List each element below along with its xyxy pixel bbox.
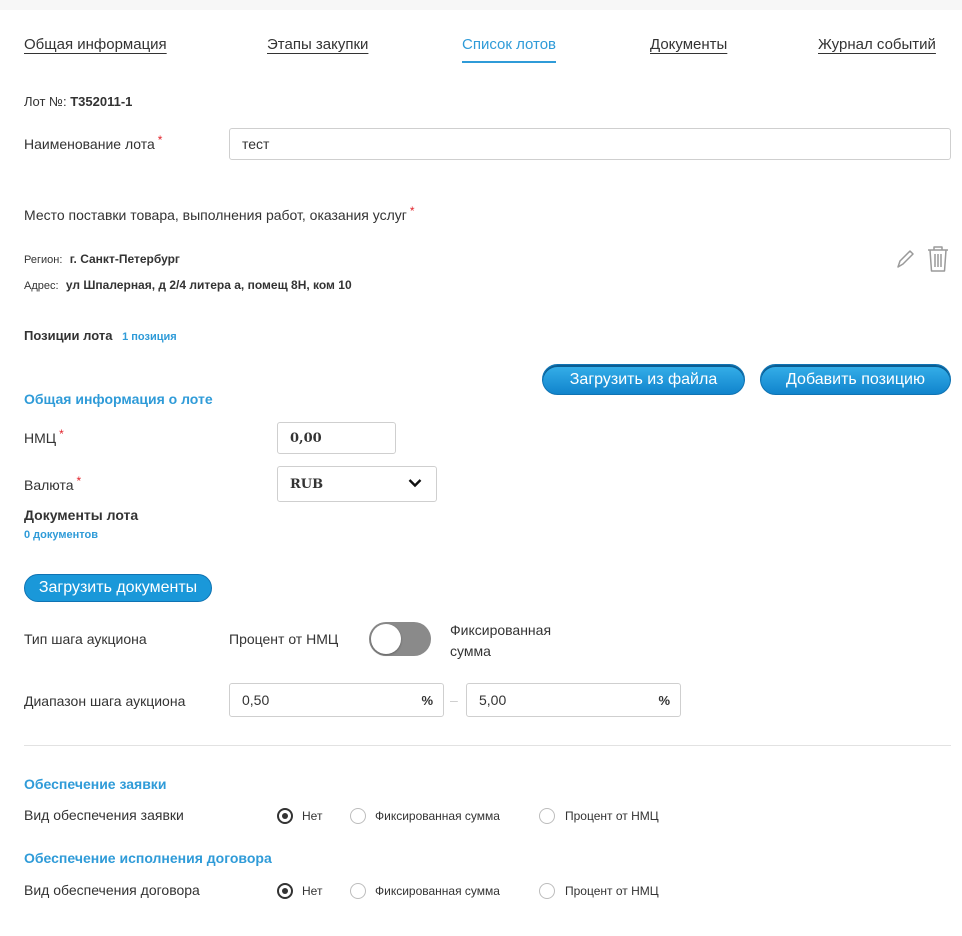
step-range-label: Диапазон шага аукциона bbox=[24, 693, 186, 709]
top-strip bbox=[0, 0, 962, 10]
tab-general-info[interactable]: Общая информация bbox=[24, 36, 167, 53]
chevron-down-icon bbox=[408, 477, 422, 492]
currency-value: RUB bbox=[290, 476, 324, 492]
contract-security-radio-percent[interactable] bbox=[539, 883, 555, 899]
application-security-radio-none[interactable] bbox=[277, 808, 293, 824]
documents-title: Документы лота bbox=[24, 507, 139, 523]
application-security-option-none[interactable]: Нет bbox=[302, 809, 322, 823]
toggle-knob bbox=[371, 624, 401, 654]
lot-name-input[interactable]: тест bbox=[229, 128, 951, 160]
lot-name-value: тест bbox=[242, 136, 270, 152]
step-type-toggle[interactable] bbox=[369, 622, 431, 656]
application-security-title: Обеспечение заявки bbox=[24, 776, 167, 792]
delivery-title: Место поставки товара, выполнения работ,… bbox=[24, 204, 415, 223]
delivery-title-text: Место поставки товара, выполнения работ,… bbox=[24, 207, 407, 223]
tab-procurement-stages[interactable]: Этапы закупки bbox=[267, 36, 368, 53]
application-security-radio-percent[interactable] bbox=[539, 808, 555, 824]
lot-number-label: Лот №: bbox=[24, 94, 67, 109]
step-type-fixed-line1: Фиксированная bbox=[450, 622, 552, 638]
lot-number-value: Т352011-1 bbox=[70, 94, 133, 109]
region-label: Регион: bbox=[24, 254, 63, 266]
application-security-label: Вид обеспечения заявки bbox=[24, 807, 184, 823]
step-range-from-value: 0,50 bbox=[242, 692, 270, 708]
step-range-from-input[interactable]: 0,50 % bbox=[229, 683, 444, 717]
address-label: Адрес: bbox=[24, 280, 59, 292]
required-marker: * bbox=[409, 204, 415, 218]
lot-name-label: Наименование лота * bbox=[24, 133, 163, 152]
positions-row: Позиции лота 1 позиция bbox=[24, 328, 177, 343]
documents-count-link[interactable]: 0 документов bbox=[24, 529, 98, 541]
positions-title: Позиции лота bbox=[24, 328, 113, 343]
nmc-label-text: НМЦ bbox=[24, 430, 57, 446]
currency-label-text: Валюта bbox=[24, 477, 74, 493]
required-marker: * bbox=[76, 474, 82, 488]
trash-icon[interactable] bbox=[925, 244, 951, 274]
application-security-option-fixed[interactable]: Фиксированная сумма bbox=[375, 809, 500, 823]
currency-select[interactable]: RUB bbox=[277, 466, 437, 502]
contract-security-radio-fixed[interactable] bbox=[350, 883, 366, 899]
contract-security-title: Обеспечение исполнения договора bbox=[24, 850, 272, 866]
lot-number: Лот №: Т352011-1 bbox=[24, 94, 132, 109]
application-security-radio-fixed[interactable] bbox=[350, 808, 366, 824]
positions-count-link[interactable]: 1 позиция bbox=[122, 331, 177, 343]
required-marker: * bbox=[157, 133, 163, 147]
contract-security-radio-none[interactable] bbox=[277, 883, 293, 899]
lot-name-label-text: Наименование лота bbox=[24, 136, 155, 152]
contract-security-option-fixed[interactable]: Фиксированная сумма bbox=[375, 884, 500, 898]
step-type-label: Тип шага аукциона bbox=[24, 631, 147, 647]
address-value: ул Шпалерная, д 2/4 литера а, помещ 8Н, … bbox=[65, 278, 352, 292]
percent-suffix: % bbox=[421, 692, 433, 708]
upload-documents-button[interactable]: Загрузить документы bbox=[24, 574, 212, 602]
percent-suffix: % bbox=[658, 692, 670, 708]
currency-label: Валюта * bbox=[24, 474, 82, 493]
step-range-to-input[interactable]: 5,00 % bbox=[466, 683, 681, 717]
application-security-option-percent[interactable]: Процент от НМЦ bbox=[565, 809, 659, 823]
contract-security-label: Вид обеспечения договора bbox=[24, 882, 200, 898]
contract-security-option-percent[interactable]: Процент от НМЦ bbox=[565, 884, 659, 898]
range-separator: – bbox=[450, 692, 458, 708]
tab-lot-list[interactable]: Список лотов bbox=[462, 36, 557, 63]
nmc-value: 0,00 bbox=[290, 430, 322, 446]
add-position-button[interactable]: Добавить позицию bbox=[760, 364, 951, 395]
general-info-section-title: Общая информация о лоте bbox=[24, 391, 213, 407]
section-divider bbox=[24, 745, 951, 746]
nmc-label: НМЦ * bbox=[24, 427, 64, 446]
pencil-icon[interactable] bbox=[894, 247, 916, 271]
step-type-fixed-label: Фиксированная сумма bbox=[450, 620, 551, 662]
step-range-to-value: 5,00 bbox=[479, 692, 507, 708]
contract-security-option-none[interactable]: Нет bbox=[302, 884, 322, 898]
tab-documents[interactable]: Документы bbox=[650, 36, 727, 53]
nmc-input[interactable]: 0,00 bbox=[277, 422, 396, 454]
upload-from-file-button[interactable]: Загрузить из файла bbox=[542, 364, 745, 395]
region-row: Регион: г. Санкт-Петербург bbox=[24, 252, 180, 266]
required-marker: * bbox=[59, 427, 64, 441]
region-value: г. Санкт-Петербург bbox=[69, 252, 180, 266]
tab-event-log[interactable]: Журнал событий bbox=[818, 36, 936, 53]
step-type-fixed-line2: сумма bbox=[450, 643, 491, 659]
step-type-percent-label: Процент от НМЦ bbox=[229, 631, 339, 647]
address-row: Адрес: ул Шпалерная, д 2/4 литера а, пом… bbox=[24, 278, 352, 292]
